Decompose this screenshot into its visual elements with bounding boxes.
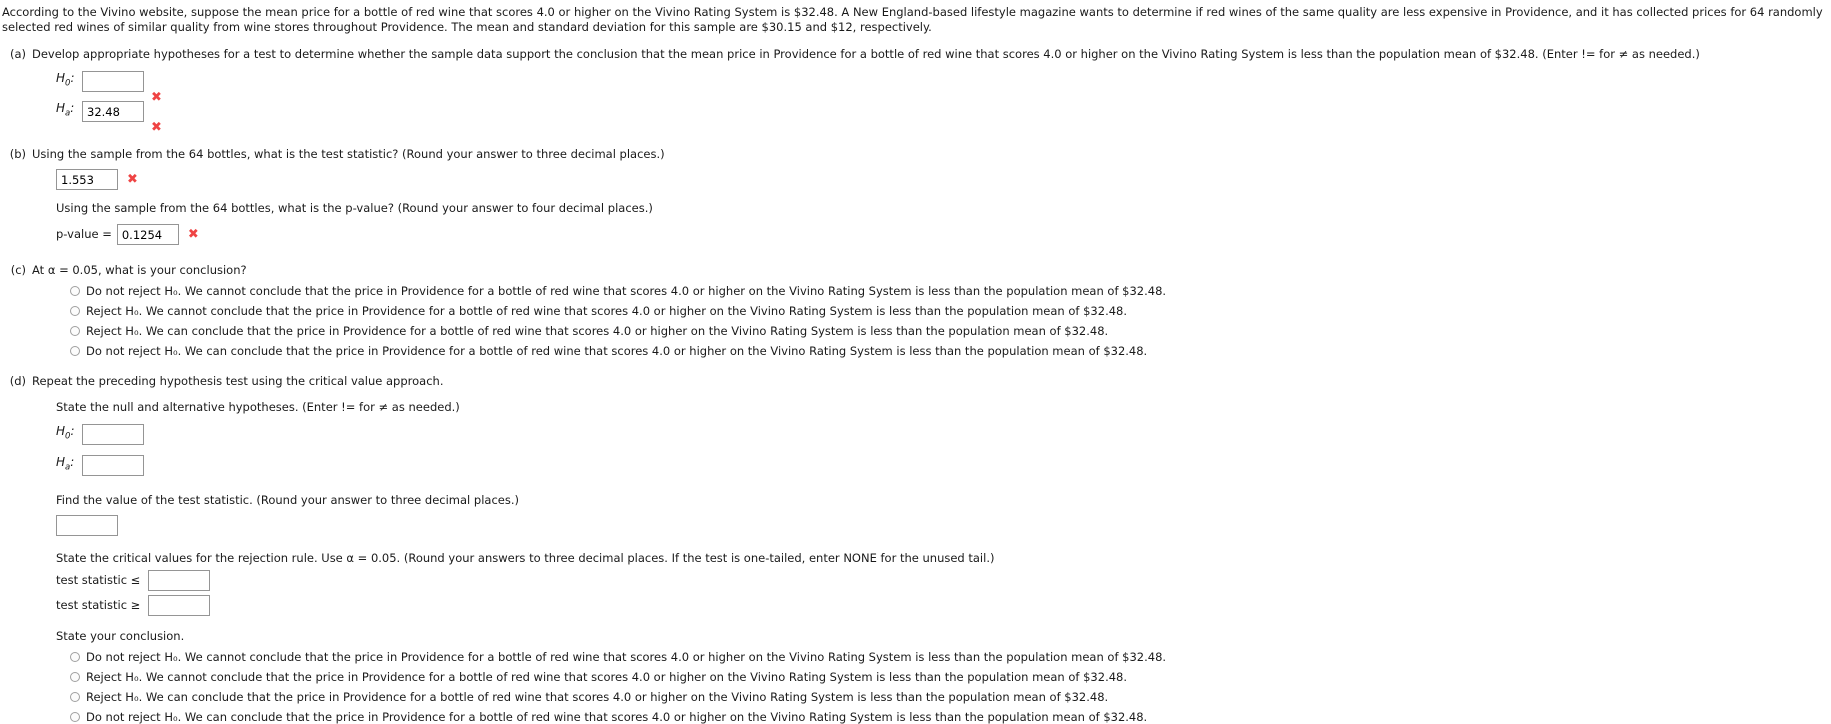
part-d-options: Do not reject H₀. We cannot conclude tha… xyxy=(70,650,1831,724)
part-d-critical-lower-input[interactable] xyxy=(148,570,210,591)
part-b-pvalue-wrong-icon: ✖ xyxy=(187,227,199,242)
part-b: (b) Using the sample from the 64 bottles… xyxy=(0,147,1831,245)
part-d-h0-row: H0: xyxy=(56,424,1831,445)
critical-lower-label: test statistic ≤ xyxy=(56,573,141,587)
part-d-statistic-input[interactable] xyxy=(56,515,118,536)
radio-icon[interactable] xyxy=(70,652,80,662)
radio-icon[interactable] xyxy=(70,346,80,356)
part-b-statistic-wrong-icon: ✖ xyxy=(127,172,138,187)
part-a-h0-row: H0: ✖ xyxy=(56,71,1831,104)
part-b-pvalue-row: p-value = ✖ xyxy=(56,224,1831,245)
option-label: Do not reject H₀. We can conclude that t… xyxy=(86,344,1148,358)
option-label: Reject H₀. We cannot conclude that the p… xyxy=(86,670,1128,684)
problem-statement: According to the Vivino website, suppose… xyxy=(2,5,1823,34)
exercise-page: According to the Vivino website, suppose… xyxy=(0,0,1831,724)
part-c-question: At α = 0.05, what is your conclusion? xyxy=(32,263,247,277)
part-c-option-1[interactable]: Do not reject H₀. We cannot conclude tha… xyxy=(70,284,1831,298)
part-d-option-3[interactable]: Reject H₀. We can conclude that the pric… xyxy=(70,690,1831,704)
radio-icon[interactable] xyxy=(70,326,80,336)
part-b-statistic-row: ✖ xyxy=(56,169,1831,190)
part-d-option-1[interactable]: Do not reject H₀. We cannot conclude tha… xyxy=(70,650,1831,664)
part-d-state-conclusion: State your conclusion. xyxy=(56,629,185,643)
part-a: (a) Develop appropriate hypotheses for a… xyxy=(0,47,1831,134)
part-b-statistic-input[interactable] xyxy=(56,169,118,190)
part-d-critical-upper-input[interactable] xyxy=(148,595,210,616)
radio-icon[interactable] xyxy=(70,712,80,722)
h0-label: H0: xyxy=(56,71,75,89)
part-c-option-4[interactable]: Do not reject H₀. We can conclude that t… xyxy=(70,344,1831,358)
option-label: Do not reject H₀. We can conclude that t… xyxy=(86,710,1148,724)
part-d-find-statistic: Find the value of the test statistic. (R… xyxy=(56,493,519,507)
part-b-statistic-question: Using the sample from the 64 bottles, wh… xyxy=(32,147,665,161)
part-d-ha-input[interactable] xyxy=(82,455,144,476)
radio-icon[interactable] xyxy=(70,672,80,682)
part-c-options: Do not reject H₀. We cannot conclude tha… xyxy=(70,284,1831,358)
radio-icon[interactable] xyxy=(70,286,80,296)
part-b-pvalue-question: Using the sample from the 64 bottles, wh… xyxy=(56,201,653,215)
part-d-critical-intro: State the critical values for the reject… xyxy=(56,551,995,565)
option-label: Reject H₀. We can conclude that the pric… xyxy=(86,690,1109,704)
part-c-option-2[interactable]: Reject H₀. We cannot conclude that the p… xyxy=(70,304,1831,318)
part-d-critical-upper-row: test statistic ≥ xyxy=(56,595,1831,616)
part-c-option-3[interactable]: Reject H₀. We can conclude that the pric… xyxy=(70,324,1831,338)
option-label: Do not reject H₀. We cannot conclude tha… xyxy=(86,650,1167,664)
part-d-h0-input[interactable] xyxy=(82,424,144,445)
part-d-ha-row: Ha: xyxy=(56,455,1831,476)
part-b-label: (b) xyxy=(9,147,26,161)
part-a-ha-row: Ha: ✖ xyxy=(56,101,1831,134)
part-d-critical-lower-row: test statistic ≤ xyxy=(56,570,1831,591)
radio-icon[interactable] xyxy=(70,692,80,702)
part-a-ha-wrong-icon: ✖ xyxy=(151,120,162,135)
part-d-state-hypotheses: State the null and alternative hypothese… xyxy=(56,400,460,414)
part-d: (d) Repeat the preceding hypothesis test… xyxy=(0,374,1831,724)
h0-label: H0: xyxy=(56,424,75,442)
part-d-question: Repeat the preceding hypothesis test usi… xyxy=(32,374,444,388)
ha-label: Ha: xyxy=(56,455,75,473)
part-a-question: Develop appropriate hypotheses for a tes… xyxy=(32,47,1700,61)
ha-label: Ha: xyxy=(56,101,75,119)
part-c: (c) At α = 0.05, what is your conclusion… xyxy=(0,263,1831,358)
option-label: Do not reject H₀. We cannot conclude tha… xyxy=(86,284,1167,298)
critical-upper-label: test statistic ≥ xyxy=(56,598,141,612)
part-b-pvalue-input[interactable] xyxy=(116,224,179,245)
part-c-label: (c) xyxy=(10,263,26,277)
part-d-label: (d) xyxy=(9,374,26,388)
option-label: Reject H₀. We can conclude that the pric… xyxy=(86,324,1109,338)
part-d-statistic-row xyxy=(56,515,1831,536)
part-d-option-2[interactable]: Reject H₀. We cannot conclude that the p… xyxy=(70,670,1831,684)
pvalue-label: p-value = xyxy=(56,227,112,241)
part-a-ha-input[interactable] xyxy=(82,101,144,122)
part-a-label: (a) xyxy=(9,47,26,61)
option-label: Reject H₀. We cannot conclude that the p… xyxy=(86,304,1128,318)
radio-icon[interactable] xyxy=(70,306,80,316)
part-a-h0-input[interactable] xyxy=(82,71,144,92)
part-d-option-4[interactable]: Do not reject H₀. We can conclude that t… xyxy=(70,710,1831,724)
